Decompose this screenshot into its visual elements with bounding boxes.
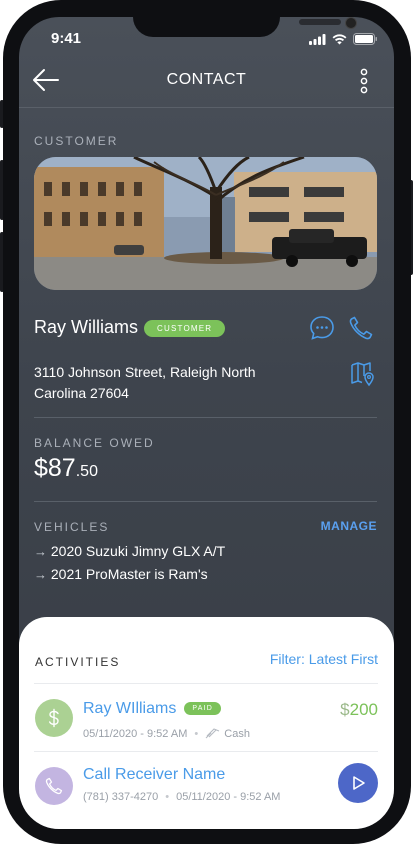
filter-dropdown[interactable]: Filter: Latest First bbox=[270, 651, 378, 667]
amount-currency: $ bbox=[340, 700, 350, 719]
separator-dot: • bbox=[194, 728, 199, 740]
activity-avatar bbox=[35, 767, 73, 805]
phone-icon bbox=[45, 777, 63, 795]
play-icon bbox=[353, 776, 365, 790]
phone-icon bbox=[349, 316, 373, 340]
more-menu-button[interactable] bbox=[358, 67, 370, 95]
battery-icon bbox=[353, 33, 377, 45]
arrow-right-icon: → bbox=[34, 567, 47, 582]
vehicle-name: 2021 ProMaster is Ram's bbox=[50, 566, 208, 582]
balance-cents: .50 bbox=[75, 463, 98, 480]
activity-row[interactable]: Ray WIlliams PAID 05/11/2020 - 9:52 AM • C… bbox=[34, 683, 378, 752]
more-vertical-icon bbox=[360, 68, 368, 94]
map-icon bbox=[351, 362, 374, 387]
vehicle-name: 2020 Suzuki Jimny GLX A/T bbox=[50, 543, 226, 559]
balance-label: BALANCE OWED bbox=[34, 436, 155, 450]
vehicle-item[interactable]: → 2020 Suzuki Jimny GLX A/T bbox=[34, 540, 225, 563]
paid-badge: PAID bbox=[184, 702, 221, 716]
separator-dot: • bbox=[165, 791, 170, 803]
call-button[interactable] bbox=[347, 314, 375, 342]
customer-name: Ray Williams bbox=[34, 317, 139, 337]
status-time: 9:41 bbox=[51, 30, 82, 47]
customer-name-row: Ray Williams CUSTOMER bbox=[34, 317, 226, 338]
app-header: CONTACT bbox=[19, 57, 394, 108]
map-button[interactable] bbox=[349, 360, 377, 388]
divider bbox=[34, 501, 377, 502]
speaker bbox=[299, 19, 341, 25]
message-button[interactable] bbox=[308, 314, 336, 342]
manage-vehicles-link[interactable]: MANAGE bbox=[321, 519, 377, 533]
activity-phone: (781) 337-4270 bbox=[83, 791, 159, 803]
activity-amount: $200 bbox=[340, 700, 378, 720]
dollar-icon bbox=[49, 708, 59, 728]
activities-sheet: ACTIVITIES Filter: Latest First Ray WIll… bbox=[19, 617, 394, 829]
signal-icon bbox=[309, 33, 326, 45]
wifi-icon bbox=[332, 33, 347, 44]
activity-meta: 05/11/2020 - 9:52 AM • Cash bbox=[83, 727, 250, 740]
payment-method: Cash bbox=[224, 728, 250, 740]
vehicles-label: VEHICLES bbox=[34, 520, 110, 534]
phone-mockup: 9:41 CONTACT CUSTOMER Ray Williams CUSTO… bbox=[0, 0, 413, 844]
customer-address: 3110 Johnson Street, Raleigh North Carol… bbox=[34, 364, 256, 401]
amount-value: 200 bbox=[349, 700, 378, 719]
divider bbox=[34, 417, 377, 418]
notch bbox=[133, 17, 357, 37]
chat-icon bbox=[310, 316, 334, 340]
activity-avatar bbox=[35, 699, 73, 737]
status-icons bbox=[309, 33, 378, 45]
balance-currency: $ bbox=[34, 454, 48, 482]
activity-row[interactable]: Call Receiver Name (781) 337-4270 • 05/11/… bbox=[34, 751, 378, 820]
arrow-right-icon: → bbox=[34, 544, 47, 559]
activity-date: 05/11/2020 - 9:52 AM bbox=[83, 728, 188, 740]
customer-badge: CUSTOMER bbox=[144, 319, 226, 337]
vehicle-item[interactable]: → 2021 ProMaster is Ram's bbox=[34, 563, 225, 586]
balance-dollars: 87 bbox=[47, 454, 76, 482]
play-recording-button[interactable] bbox=[338, 763, 378, 803]
page-title: CONTACT bbox=[166, 71, 247, 88]
activity-meta: (781) 337-4270 • 05/11/2020 - 9:52 AM bbox=[83, 791, 280, 803]
activity-date: 05/11/2020 - 9:52 AM bbox=[176, 791, 281, 803]
activity-customer-name[interactable]: Ray WIlliams bbox=[83, 700, 176, 717]
activity-name[interactable]: Call Receiver Name bbox=[83, 766, 225, 784]
activities-title: ACTIVITIES bbox=[35, 655, 121, 669]
activity-name: Ray WIlliams PAID bbox=[83, 700, 221, 718]
cash-icon bbox=[205, 728, 220, 739]
front-camera bbox=[345, 17, 357, 29]
vehicle-list: → 2020 Suzuki Jimny GLX A/T → 2021 ProMa… bbox=[34, 540, 225, 586]
customer-section-label: CUSTOMER bbox=[34, 134, 119, 148]
balance-amount: $87.50 bbox=[34, 454, 98, 483]
customer-photo bbox=[34, 157, 377, 290]
app-screen: 9:41 CONTACT CUSTOMER Ray Williams CUSTO… bbox=[19, 17, 394, 829]
